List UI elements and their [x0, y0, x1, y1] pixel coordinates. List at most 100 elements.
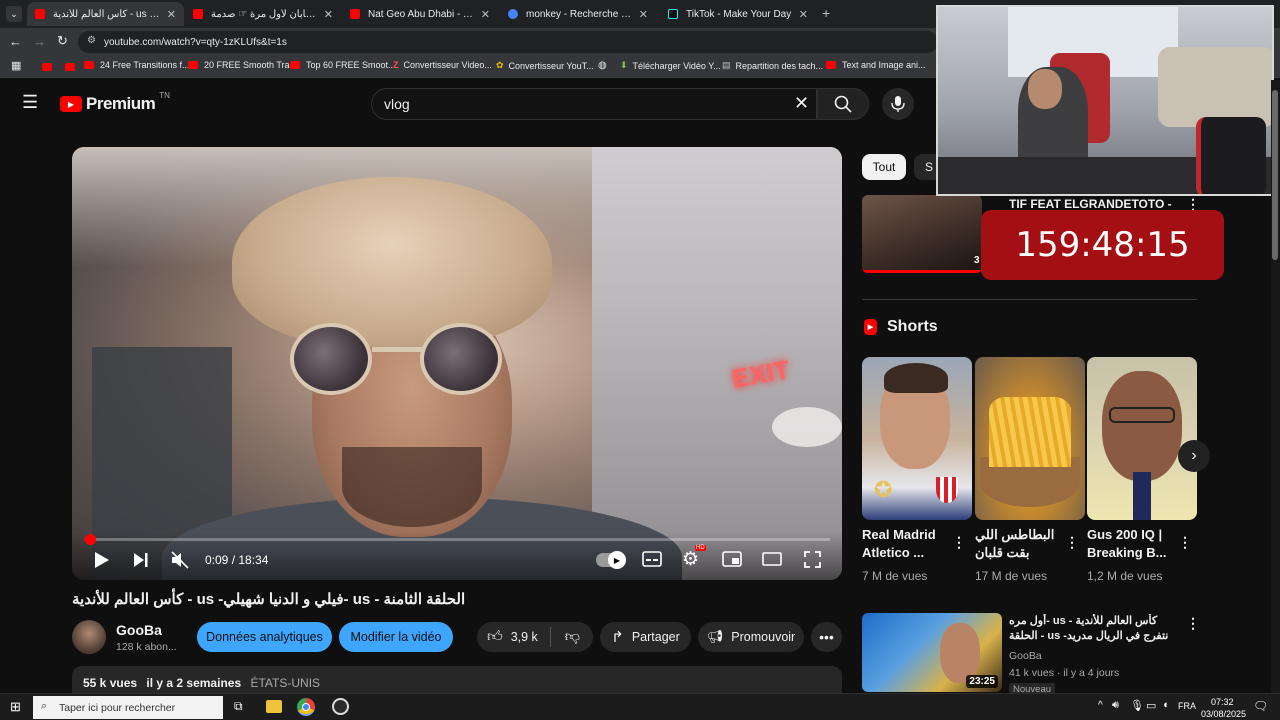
location-tag[interactable]: ÉTATS-UNIS — [250, 676, 320, 690]
search-button[interactable] — [817, 88, 869, 120]
shorts-next-button[interactable]: › — [1178, 440, 1210, 472]
taskbar-search-placeholder: Taper ici pour rechercher — [59, 701, 176, 714]
tab-search-dropdown-button[interactable]: ⌄ — [6, 6, 22, 22]
fullscreen-icon[interactable] — [804, 551, 821, 568]
close-icon[interactable]: ✕ — [639, 8, 648, 21]
recommended-thumbnail[interactable]: 3 — [862, 195, 982, 273]
site-info-icon[interactable]: ⚙ — [87, 35, 96, 46]
short-hair — [884, 363, 948, 393]
bookmark-youtube-icon[interactable] — [42, 63, 52, 71]
video-frame-sunglass-left — [290, 323, 372, 395]
description-box[interactable]: 55 k vues il y a 2 semaines ÉTATS-UNIS — [72, 666, 842, 696]
browser-tab-5[interactable]: TikTok - Make Your Day ✕ — [660, 2, 816, 26]
globe-icon[interactable]: ◍ — [598, 60, 607, 71]
notification-icon[interactable]: 🗨︎ — [1253, 699, 1268, 713]
promote-button[interactable]: 📢︎ Promouvoir — [698, 622, 804, 652]
close-icon[interactable]: ✕ — [324, 8, 333, 21]
file-explorer-icon[interactable] — [266, 700, 282, 713]
apps-grid-icon[interactable]: ▦ — [11, 59, 21, 72]
short-title-1[interactable]: Real Madrid Atletico ... — [862, 526, 954, 562]
theater-mode-icon[interactable] — [762, 552, 782, 566]
obs-icon[interactable] — [332, 698, 349, 715]
chip-all[interactable]: Tout — [862, 154, 906, 180]
youtube-favicon-icon — [188, 61, 198, 69]
bookmark-item[interactable]: Top 60 FREE Smoot... — [290, 60, 396, 70]
thumbs-down-icon[interactable]: 👎︎ — [565, 628, 580, 646]
short-title-3[interactable]: Gus 200 IQ | Breaking B... — [1087, 526, 1179, 562]
scrollbar-thumb[interactable] — [1272, 90, 1278, 260]
view-count: 55 k vues — [83, 676, 138, 690]
bookmark-item[interactable]: ✿ Convertisseur YouT... — [496, 60, 594, 71]
language-indicator[interactable]: FRA — [1178, 701, 1196, 711]
more-vertical-icon[interactable]: ⋮ — [1178, 534, 1192, 551]
edit-video-button[interactable]: Modifier la vidéo — [339, 622, 453, 652]
browser-tab-4[interactable]: monkey - Recherche Google ✕ — [500, 2, 656, 26]
clock-date[interactable]: 03/08/2025 — [1201, 709, 1246, 719]
bookmark-item[interactable]: ▤ Repartition des tach... — [722, 60, 823, 71]
windows-start-icon[interactable]: ⊞ — [10, 699, 21, 715]
close-icon[interactable]: ✕ — [167, 8, 176, 21]
page-scrollbar[interactable] — [1271, 80, 1280, 693]
forward-arrow-icon[interactable]: → — [33, 34, 46, 49]
subtitles-icon[interactable] — [642, 551, 662, 567]
task-view-icon[interactable]: ⧉ — [234, 699, 243, 714]
url-field[interactable]: ⚙ youtube.com/watch?v=qty-1zKLUfs&t=1s — [78, 31, 938, 53]
bookmark-item[interactable]: Z Convertisseur Video... — [393, 60, 492, 70]
channel-avatar[interactable] — [72, 620, 106, 654]
new-tab-button[interactable]: + — [822, 5, 830, 21]
bookmark-item[interactable]: ⬇ Télécharger Vidéo Y... — [620, 60, 721, 71]
close-icon[interactable]: ✕ — [799, 8, 808, 21]
short-thumbnail-3[interactable] — [1087, 357, 1197, 520]
voice-search-button[interactable] — [882, 88, 914, 120]
video-frame-beard — [342, 447, 482, 527]
recommended-channel-2[interactable]: GooBa — [1009, 650, 1042, 662]
video-player[interactable]: EXIT 0:09 / 18:34 ▶ ⚙ HD — [72, 147, 842, 580]
progress-bar[interactable] — [84, 534, 830, 545]
clear-search-icon[interactable]: ✕ — [794, 93, 809, 114]
analytics-button[interactable]: Données analytiques — [197, 622, 332, 652]
short-thumbnail-1[interactable]: ✪ — [862, 357, 972, 520]
bookmark-item[interactable]: 20 FREE Smooth Tra... — [188, 60, 297, 70]
close-icon[interactable]: ✕ — [481, 8, 490, 21]
short-thumbnail-2[interactable] — [975, 357, 1085, 520]
bookmark-youtube-icon[interactable] — [65, 63, 75, 71]
search-input[interactable]: vlog ✕ — [371, 88, 817, 120]
back-arrow-icon[interactable]: ← — [9, 34, 22, 49]
youtube-logo[interactable]: ▶ Premium TN — [60, 91, 170, 114]
taskbar-search-input[interactable]: ⌕ Taper ici pour rechercher — [33, 696, 223, 719]
recommended-title[interactable]: TIF FEAT ELGRANDETOTO - — [1009, 197, 1172, 211]
bookmark-item[interactable]: 24 Free Transitions f... — [84, 60, 190, 70]
browser-tab-2[interactable]: عربي في اليابان لأول مرة ☞ صدمة... ✕ — [185, 2, 341, 26]
network-icon[interactable]: ▭ — [1146, 699, 1156, 712]
more-vertical-icon[interactable]: ⋮ — [952, 534, 966, 551]
miniplayer-icon[interactable] — [722, 551, 742, 567]
progress-scrubber[interactable] — [84, 534, 96, 545]
next-icon[interactable] — [133, 552, 149, 568]
recommended-thumbnail-2[interactable]: 23:25 — [862, 613, 1002, 692]
reload-icon[interactable]: ↻ — [57, 33, 68, 49]
muted-volume-icon[interactable] — [170, 550, 190, 570]
tray-chevron-icon[interactable]: ^ — [1098, 700, 1103, 711]
clock-time[interactable]: 07:32 — [1211, 697, 1234, 707]
microphone-tray-icon[interactable]: 🎙︎ — [1130, 699, 1144, 712]
play-icon[interactable] — [94, 551, 110, 569]
hamburger-menu-icon[interactable]: ☰ — [22, 92, 38, 113]
more-vertical-icon[interactable]: ⋮ — [1186, 615, 1200, 632]
volume-icon[interactable]: 🔊︎ — [1112, 699, 1119, 712]
more-actions-button[interactable]: ••• — [811, 622, 842, 652]
more-vertical-icon[interactable]: ⋮ — [1065, 534, 1079, 551]
speaker-tray-icon[interactable]: ◖ — [1162, 699, 1169, 711]
autoplay-toggle[interactable]: ▶ — [596, 551, 626, 569]
bookmark-label: Convertisseur YouT... — [508, 60, 594, 71]
settings-button[interactable]: ⚙ HD — [682, 545, 706, 571]
browser-tab-3[interactable]: Nat Geo Abu Dhabi - YouTube ✕ — [342, 2, 498, 26]
tab-title: monkey - Recherche Google — [526, 8, 633, 20]
channel-name[interactable]: GooBa — [116, 622, 162, 638]
like-button[interactable]: 👍︎ 3,9 k — [477, 628, 538, 646]
browser-tab-1[interactable]: كأس العالم للأندية - us -فيلي و ال... ✕ — [27, 2, 184, 26]
bookmark-item[interactable]: Text and Image ani... — [826, 60, 926, 70]
share-button[interactable]: ↱ Partager — [600, 622, 691, 652]
recommended-title-2[interactable]: كأس العالم للأندية - us -أول مره نتفرج ف… — [1009, 614, 1177, 644]
short-title-2[interactable]: البطاطس اللي بقت قلبان وردود... — [975, 526, 1067, 562]
chrome-icon[interactable] — [297, 698, 315, 716]
